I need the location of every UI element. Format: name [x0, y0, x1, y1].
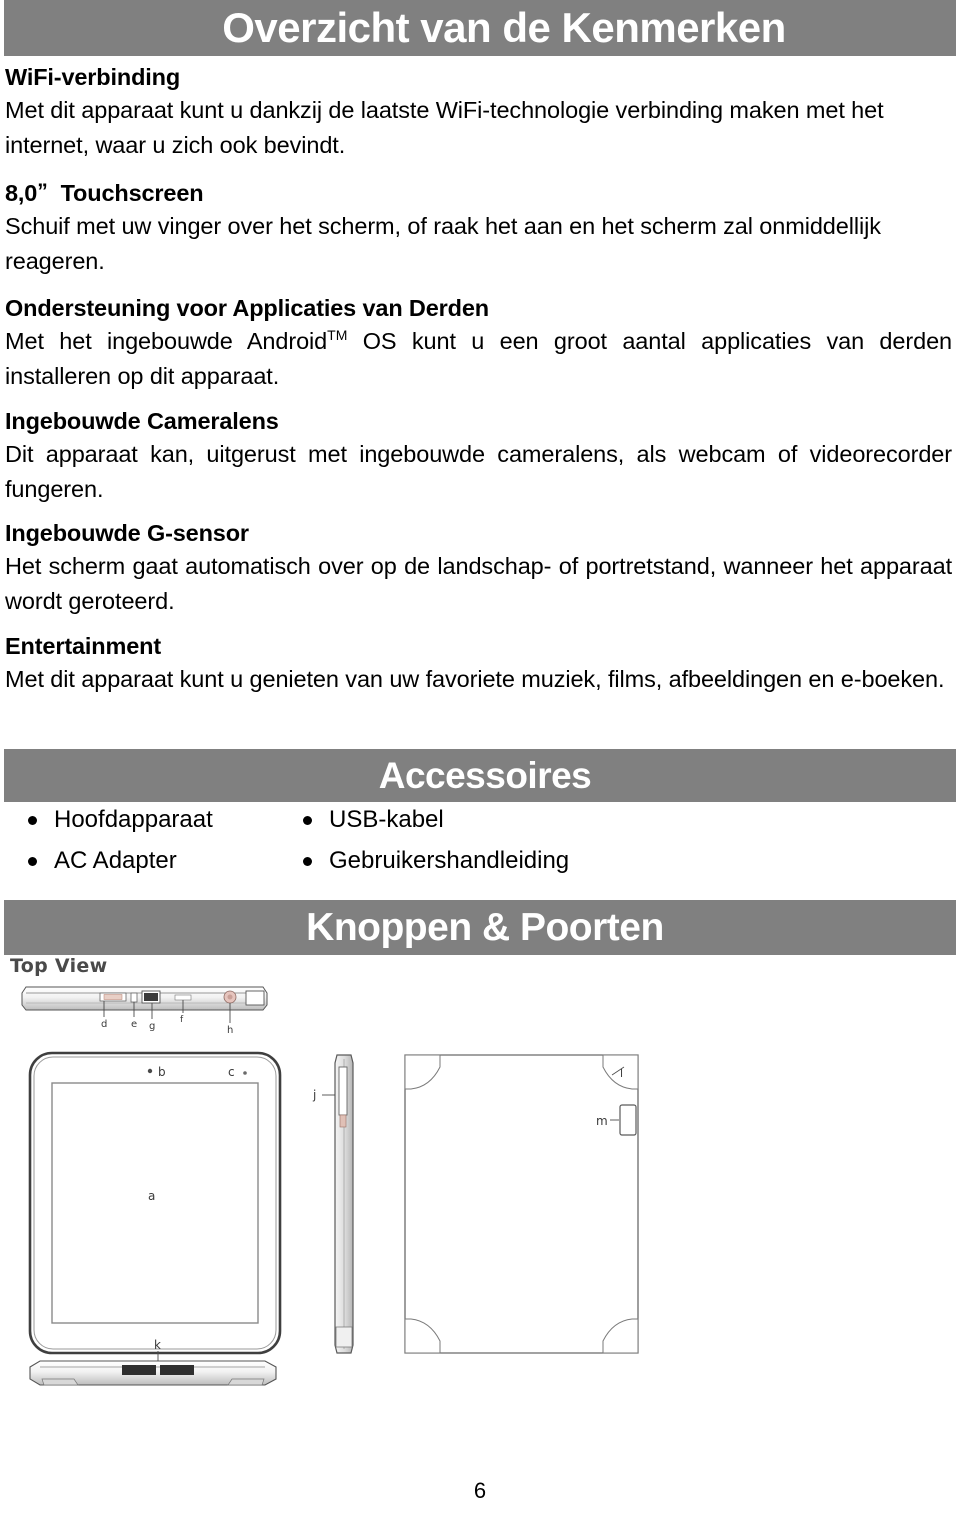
section-banner-accessories: Accessoires	[4, 749, 956, 802]
feature-body-touchscreen: Schuif met uw vinger over het scherm, of…	[5, 212, 881, 274]
feature-body-cameralens: Dit apparaat kan, uitgerust met ingebouw…	[5, 440, 952, 502]
callout-m: m	[596, 1114, 608, 1128]
trademark-superscript: TM	[327, 327, 348, 344]
list-item: Hoofdapparaat USB-kabel	[28, 808, 728, 849]
bullet-icon	[28, 856, 37, 866]
inch-mark-icon: ”	[37, 179, 48, 203]
feature-heading-thirdparty: Ondersteuning voor Applicaties van Derde…	[5, 295, 489, 322]
device-diagram: Top View d e g f h b c a j l m k	[0, 955, 700, 1415]
front-view: b c a	[28, 1051, 282, 1355]
list-item: AC Adapter Gebruikershandleiding	[28, 849, 728, 890]
callout-f: f	[180, 1015, 184, 1025]
callout-c: c	[228, 1065, 235, 1079]
accessory-label: AC Adapter	[54, 847, 177, 874]
callout-d: d	[101, 1019, 107, 1030]
banner-buttons-ports-label: Knoppen & Poorten	[306, 905, 664, 949]
feature-heading-wifi: WiFi-verbinding	[5, 64, 181, 90]
banner-accessories-label: Accessoires	[378, 754, 592, 796]
touchscreen-label: Touchscreen	[60, 179, 204, 206]
section-banner-features: Overzicht van de Kenmerken	[4, 0, 956, 56]
section-banner-buttons-ports: Knoppen & Poorten	[4, 900, 956, 955]
features-content: WiFi-verbinding Met dit apparaat kunt u …	[5, 62, 952, 697]
bullet-icon	[28, 815, 37, 825]
accessory-item-gebruikershandleiding: Gebruikershandleiding	[303, 849, 569, 873]
bullet-icon	[303, 856, 312, 866]
manual-page: Overzicht van de Kenmerken WiFi-verbindi…	[0, 0, 960, 1523]
callout-k: k	[154, 1338, 161, 1352]
callout-e: e	[131, 1019, 137, 1030]
accessories-list: Hoofdapparaat USB-kabel AC Adapter Gebru…	[28, 808, 728, 890]
callout-l: l	[620, 1067, 623, 1080]
callout-b: b	[158, 1065, 166, 1079]
accessory-item-hoofdapparaat: Hoofdapparaat	[28, 808, 303, 832]
accessory-item-usb-kabel: USB-kabel	[303, 808, 444, 832]
accessory-label: Hoofdapparaat	[54, 806, 213, 833]
banner-features-label: Overzicht van de Kenmerken	[222, 4, 786, 51]
accessory-item-ac-adapter: AC Adapter	[28, 849, 303, 873]
feature-body-entertainment: Met dit apparaat kunt u genieten van uw …	[5, 665, 945, 692]
callout-j: j	[312, 1088, 316, 1102]
accessory-label: USB-kabel	[329, 806, 444, 833]
feature-body-thirdparty: Met het ingebouwde AndroidTM OS kunt u e…	[5, 324, 952, 395]
feature-body-wifi: Met dit apparaat kunt u dankzij de laats…	[5, 97, 884, 159]
callout-a: a	[148, 1189, 155, 1203]
accessory-label: Gebruikershandleiding	[329, 847, 570, 874]
top-edge-view: d e g f h	[21, 986, 268, 1036]
touchscreen-size: 8,0	[5, 179, 38, 206]
page-number: 6	[473, 1478, 487, 1503]
back-view: l m	[404, 1054, 639, 1354]
bullet-icon	[303, 815, 312, 825]
callout-g: g	[149, 1021, 155, 1032]
feature-heading-touchscreen: 8,0” Touchscreen	[5, 178, 952, 209]
feature-body-gsensor: Het scherm gaat automatisch over op de l…	[5, 553, 952, 615]
feature-heading-cameralens: Ingebouwde Cameralens	[5, 407, 279, 434]
side-view: j	[312, 1054, 354, 1354]
thirdparty-body-part1: Met het ingebouwde Android	[5, 328, 328, 355]
callout-h: h	[227, 1025, 233, 1036]
device-drawing-svg: d e g f h b c a j l m k	[21, 986, 639, 1386]
feature-heading-entertainment: Entertainment	[5, 632, 162, 659]
feature-heading-gsensor: Ingebouwde G-sensor	[5, 520, 249, 547]
